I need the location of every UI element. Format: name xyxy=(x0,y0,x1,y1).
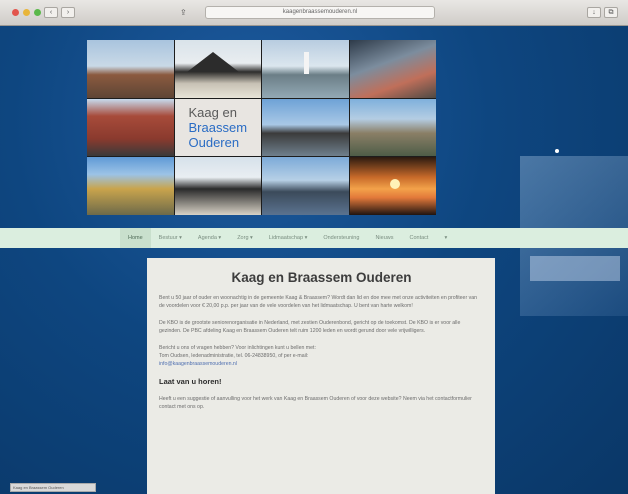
logo-text-braassem: Braassem xyxy=(188,119,248,135)
logo-text-kaag: Kaag en xyxy=(188,104,237,120)
photo-sailboat xyxy=(262,40,349,98)
screen-glare-strip xyxy=(530,256,620,281)
menu-item-lidmaatschap[interactable]: Lidmaatschap ▾ xyxy=(261,228,316,248)
roof-shape xyxy=(186,52,239,72)
sail-shape xyxy=(304,52,309,74)
menu-item-bestuur[interactable]: Bestuur ▾ xyxy=(151,228,190,248)
menu-item-contact[interactable]: Contact xyxy=(401,228,436,248)
tabs-icon[interactable]: ⧉ xyxy=(604,7,618,18)
photo-boat-house xyxy=(262,157,349,215)
site-logo[interactable]: Kaag en Braassem Ouderen xyxy=(174,98,262,157)
downloads-icon[interactable]: ↓ xyxy=(587,7,601,18)
contact-line-1: Bericht u ons of vragen hebben? Voor inl… xyxy=(159,345,316,351)
menu-item-home[interactable]: Home xyxy=(120,228,151,248)
logo-text-ouderen: Ouderen xyxy=(188,134,240,150)
section-heading: Laat van u horen! xyxy=(159,377,222,386)
photo-waterside-houses xyxy=(87,157,174,215)
main-navigation: Home Bestuur ▾ Agenda ▾ Zorg ▾ Lidmaatsc… xyxy=(0,228,628,248)
photo-sunset xyxy=(349,157,436,215)
minimize-window-button[interactable] xyxy=(23,9,30,16)
webpage: Kaag en Braassem Ouderen Home Bestuur ▾ … xyxy=(0,26,628,494)
photo-village xyxy=(87,40,174,98)
close-window-button[interactable] xyxy=(12,9,19,16)
toolbar-right: ↓ ⧉ xyxy=(587,7,618,18)
contact-line-2: Tom Oudsen, ledenadministratie, tel. 06-… xyxy=(159,353,309,359)
photo-drawbridge xyxy=(262,98,349,157)
photo-farmhouse xyxy=(174,40,261,98)
logo-line-2: Braassem xyxy=(189,120,262,135)
maximize-window-button[interactable] xyxy=(34,9,41,16)
photo-brick-houses xyxy=(87,98,174,157)
share-icon[interactable]: ⇪ xyxy=(180,8,187,17)
browser-toolbar: ‹ › ⇪ kaagenbraassemouderen.nl ↓ ⧉ xyxy=(0,0,628,26)
header-photo-collage: Kaag en Braassem Ouderen xyxy=(87,40,436,215)
about-paragraph: De KBO is de grootste seniorenorganisati… xyxy=(159,320,461,334)
feedback-paragraph: Heeft u een suggestie of aanvulling voor… xyxy=(159,396,472,410)
menu-item-ondersteuning[interactable]: Ondersteuning xyxy=(315,228,367,248)
photo-tree xyxy=(349,98,436,157)
address-bar[interactable]: kaagenbraassemouderen.nl xyxy=(205,6,435,19)
menu-item-nieuws[interactable]: Nieuws xyxy=(367,228,401,248)
photo-village-street xyxy=(349,40,436,98)
logo-line-1: Kaag en xyxy=(189,105,262,120)
content-card: Kaag en Braassem Ouderen Bent u 50 jaar … xyxy=(147,258,495,494)
window-controls xyxy=(12,9,41,16)
intro-paragraph: Bent u 50 jaar of ouder en woonachtig in… xyxy=(159,295,477,309)
back-button[interactable]: ‹ xyxy=(44,7,58,18)
contact-paragraph: Bericht u ons of vragen hebben? Voor inl… xyxy=(159,344,484,368)
menu-item-zorg[interactable]: Zorg ▾ xyxy=(229,228,261,248)
logo-line-3: Ouderen xyxy=(189,135,262,150)
menu-item-agenda[interactable]: Agenda ▾ xyxy=(190,228,229,248)
menu-more-chevron-icon[interactable]: ▾ xyxy=(436,228,455,248)
page-title: Kaag en Braassem Ouderen xyxy=(231,270,412,285)
status-bar: Kaag en Braassem Ouderen xyxy=(10,483,96,492)
screen-glare-dot xyxy=(555,149,559,153)
sun-shape xyxy=(389,179,400,190)
contact-email-link[interactable]: info@kaagenbraassemouderen.nl xyxy=(159,361,237,367)
forward-button[interactable]: › xyxy=(61,7,75,18)
photo-thatched-house xyxy=(174,157,261,215)
history-buttons: ‹ › xyxy=(44,7,75,18)
menu-list: Home Bestuur ▾ Agenda ▾ Zorg ▾ Lidmaatsc… xyxy=(120,228,455,248)
